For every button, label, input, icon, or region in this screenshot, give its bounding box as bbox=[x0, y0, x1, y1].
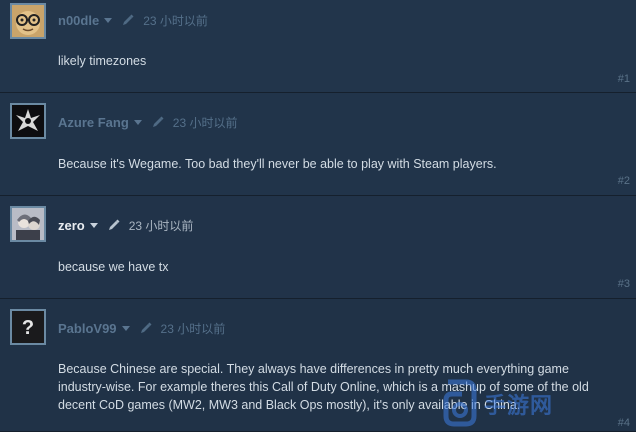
avatar[interactable] bbox=[10, 206, 46, 242]
anime-character-avatar-icon bbox=[12, 208, 44, 240]
chevron-down-icon[interactable] bbox=[133, 119, 142, 125]
glasses-face-avatar-icon bbox=[12, 5, 44, 37]
avatar[interactable] bbox=[10, 103, 46, 139]
comment-header: PabloV99 23 小时以前 bbox=[58, 320, 225, 336]
author-name[interactable]: zero bbox=[58, 218, 85, 233]
comment-header: zero 23 小时以前 bbox=[58, 217, 193, 233]
comment-number[interactable]: #2 bbox=[618, 175, 630, 187]
comment-header: n00dle 23 小时以前 bbox=[58, 12, 208, 28]
comment-text: Because Chinese are special. They always… bbox=[58, 362, 589, 412]
pen-icon bbox=[140, 322, 152, 333]
timestamp: 23 小时以前 bbox=[172, 115, 238, 130]
avatar[interactable]: ? bbox=[10, 309, 46, 345]
timestamp: 23 小时以前 bbox=[143, 13, 208, 28]
timestamp: 23 小时以前 bbox=[128, 218, 194, 233]
comment-text: because we have tx bbox=[58, 260, 169, 274]
svg-text:?: ? bbox=[22, 317, 34, 339]
avatar[interactable] bbox=[10, 3, 46, 39]
pen-icon bbox=[108, 219, 120, 230]
dark-emblem-avatar-icon bbox=[12, 105, 44, 137]
author-name[interactable]: Azure Fang bbox=[58, 115, 129, 130]
comment-item: ? PabloV99 23 小时以前 Because Chinese are s… bbox=[0, 299, 636, 432]
comment-item: Azure Fang 23 小时以前 Because it's Wegame. … bbox=[0, 93, 636, 196]
comment-text: Because it's Wegame. Too bad they'll nev… bbox=[58, 157, 497, 171]
comment-text: likely timezones bbox=[58, 54, 147, 68]
question-mark-avatar-icon: ? bbox=[12, 311, 44, 343]
comment-item: zero 23 小时以前 because we have tx #3 bbox=[0, 196, 636, 299]
chevron-down-icon[interactable] bbox=[104, 17, 113, 23]
author-name[interactable]: PabloV99 bbox=[58, 321, 117, 336]
comment-number[interactable]: #1 bbox=[618, 73, 630, 85]
author-name[interactable]: n00dle bbox=[58, 13, 99, 28]
comment-thread: n00dle 23 小时以前 likely timezones #1 Azure… bbox=[0, 0, 636, 432]
comment-header: Azure Fang 23 小时以前 bbox=[58, 114, 237, 130]
chevron-down-icon[interactable] bbox=[89, 222, 98, 228]
comment-number[interactable]: #3 bbox=[618, 278, 630, 290]
pen-icon bbox=[123, 14, 134, 25]
chevron-down-icon[interactable] bbox=[121, 325, 130, 331]
timestamp: 23 小时以前 bbox=[160, 321, 226, 336]
comment-number[interactable]: #4 bbox=[618, 417, 630, 429]
pen-icon bbox=[152, 116, 164, 127]
comment-item: n00dle 23 小时以前 likely timezones #1 bbox=[0, 0, 636, 93]
